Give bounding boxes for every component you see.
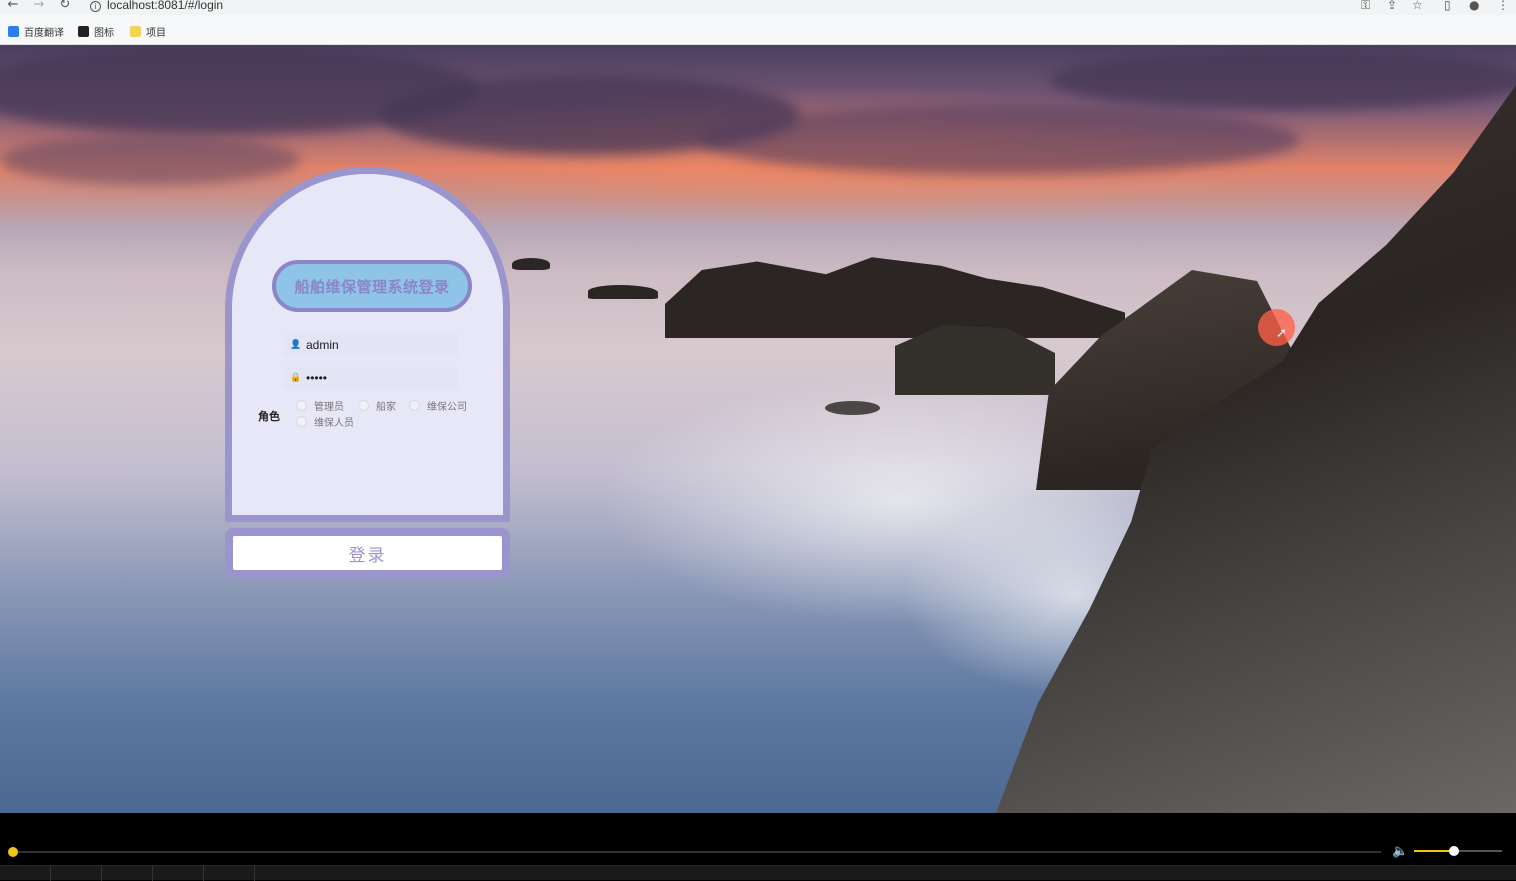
bookmarks-bar: 百度翻译 图标 项目	[0, 15, 1516, 45]
login-card: 船舶维保管理系统登录 👤 admin 🔒 ••••• 角色 管理员 船家 维保公…	[225, 167, 510, 522]
menu-icon[interactable]: ⋮	[1497, 0, 1509, 12]
segment-bar	[0, 865, 1516, 881]
info-icon[interactable]: i	[90, 1, 101, 12]
role-radio-admin[interactable]: 管理员	[296, 398, 344, 413]
rock	[825, 401, 880, 415]
radio-label: 管理员	[314, 402, 344, 413]
sidepanel-icon[interactable]: ▯	[1444, 0, 1451, 12]
radio-label: 船家	[376, 402, 396, 413]
progress-knob[interactable]	[8, 847, 18, 857]
key-icon[interactable]: ⚿	[1361, 0, 1370, 13]
user-icon: 👤	[290, 340, 302, 350]
rock-group	[665, 257, 1125, 338]
volume-icon[interactable]: 🔈	[1392, 844, 1408, 859]
radio-label: 维保公司	[427, 402, 467, 413]
segment-divider	[203, 866, 204, 881]
volume-fill	[1414, 850, 1454, 852]
image-icon	[78, 26, 89, 37]
star-icon[interactable]: ☆	[1412, 0, 1423, 12]
radio-circle[interactable]	[358, 400, 369, 411]
bookmark-label: 百度翻译	[24, 28, 64, 39]
lock-icon: 🔒	[290, 373, 302, 383]
translate-icon	[8, 26, 19, 37]
username-value: admin	[306, 338, 339, 352]
segment-divider	[152, 866, 153, 881]
password-value: •••••	[306, 371, 328, 385]
progress-track[interactable]	[13, 851, 1381, 853]
role-radio-maintenance-company[interactable]: 维保公司	[409, 398, 467, 413]
cloud	[0, 135, 300, 185]
radio-circle[interactable]	[296, 400, 307, 411]
url-text: localhost:8081/#/login	[107, 0, 224, 12]
reload-icon[interactable]: ↻	[58, 0, 72, 12]
login-title: 船舶维保管理系统登录	[272, 260, 472, 312]
back-icon[interactable]: ←	[6, 0, 20, 12]
share-icon[interactable]: ⇪	[1387, 0, 1397, 12]
role-radio-shipowner[interactable]: 船家	[358, 398, 396, 413]
role-label: 角色	[258, 410, 280, 423]
radio-circle[interactable]	[409, 400, 420, 411]
radio-label: 维保人员	[314, 418, 354, 429]
segment-divider	[254, 866, 255, 881]
login-button-frame: 登录	[225, 528, 510, 578]
cloud	[1050, 50, 1516, 110]
folder-icon	[130, 26, 141, 37]
bookmark-label: 项目	[146, 28, 166, 39]
bookmark-baidu-translate[interactable]: 百度翻译	[8, 24, 64, 39]
bookmark-label: 图标	[94, 28, 114, 39]
username-field[interactable]: 👤 admin	[284, 334, 459, 356]
login-button[interactable]: 登录	[233, 536, 502, 570]
forward-icon[interactable]: →	[32, 0, 46, 12]
rock	[588, 285, 658, 299]
video-player-bar: 🔈	[0, 813, 1516, 881]
password-field[interactable]: 🔒 •••••	[284, 367, 459, 389]
segment-divider	[101, 866, 102, 881]
cloud	[700, 105, 1300, 175]
address-bar[interactable]: i localhost:8081/#/login	[90, 0, 223, 12]
role-radio-maintenance-staff[interactable]: 维保人员	[296, 414, 354, 429]
bookmark-projects[interactable]: 项目	[130, 24, 166, 39]
mouse-pointer-icon: ➚	[1276, 326, 1287, 341]
bookmark-icons[interactable]: 图标	[78, 24, 114, 39]
rock	[512, 258, 550, 270]
browser-toolbar: ← → ↻ i localhost:8081/#/login ⚿ ⇪ ☆ ▯ ● …	[0, 0, 1516, 15]
volume-knob[interactable]	[1448, 846, 1459, 856]
profile-icon[interactable]: ●	[1469, 0, 1479, 12]
radio-circle[interactable]	[296, 416, 307, 427]
segment-divider	[50, 866, 51, 881]
